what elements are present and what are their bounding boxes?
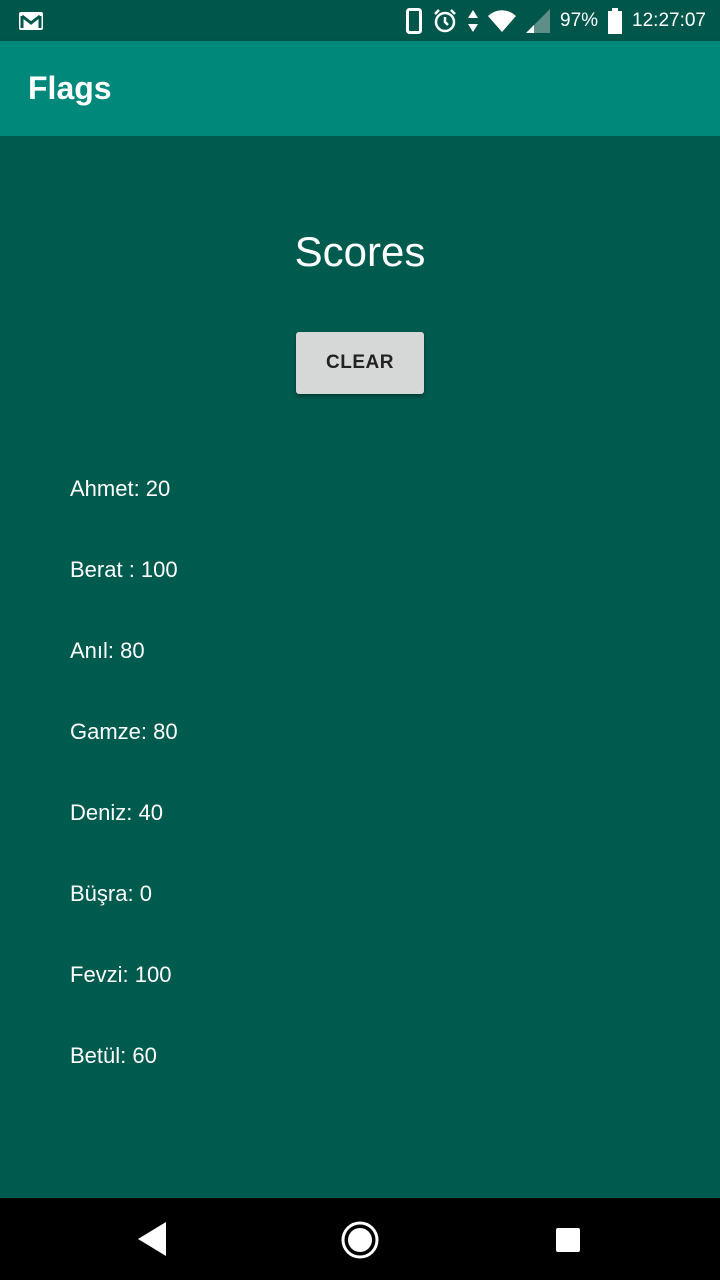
alarm-icon — [432, 8, 458, 34]
score-item: Fevzi: 100 — [70, 962, 172, 987]
phone-icon — [406, 7, 422, 34]
home-icon[interactable] — [340, 1220, 380, 1265]
battery-icon — [608, 7, 623, 34]
clear-button[interactable]: CLEAR — [296, 332, 424, 394]
signal-icon — [526, 8, 550, 33]
score-item: Deniz: 40 — [70, 800, 163, 825]
clock: 12:27:07 — [632, 9, 706, 31]
score-list: Ahmet: 20 Berat : 100 Anıl: 80 Gamze: 80… — [70, 476, 178, 1124]
data-arrows-icon — [468, 9, 478, 32]
battery-percent: 97% — [560, 9, 599, 31]
back-icon[interactable] — [138, 1222, 168, 1261]
wifi-icon — [488, 9, 516, 32]
app-bar: Flags — [0, 41, 720, 136]
scores-screen: Scores CLEAR Ahmet: 20 Berat : 100 Anıl:… — [0, 136, 720, 1198]
score-item: Gamze: 80 — [70, 719, 178, 744]
navigation-bar — [0, 1198, 720, 1280]
page-title: Scores — [294, 228, 426, 275]
score-item: Betül: 60 — [70, 1043, 157, 1068]
gmail-icon — [18, 11, 44, 31]
score-item: Berat : 100 — [70, 557, 178, 582]
score-item: Anıl: 80 — [70, 638, 145, 663]
score-item: Büşra: 0 — [70, 881, 152, 906]
recents-icon[interactable] — [556, 1228, 580, 1252]
status-bar: 97% 12:27:07 — [0, 0, 720, 41]
score-item: Ahmet: 20 — [70, 476, 171, 501]
app-title: Flags — [28, 70, 112, 106]
